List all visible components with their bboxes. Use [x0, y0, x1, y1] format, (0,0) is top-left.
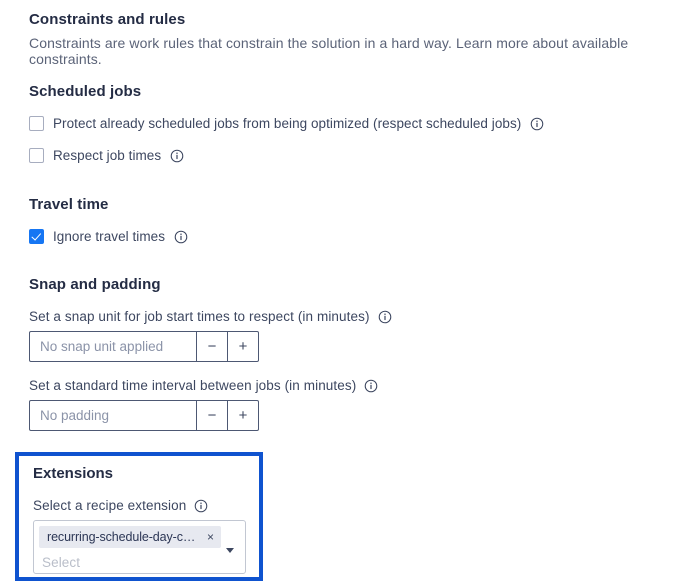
field-label-row-snap-unit: Set a snap unit for job start times to r… [29, 309, 392, 324]
info-icon[interactable] [170, 149, 184, 163]
info-icon[interactable] [378, 310, 392, 324]
close-icon[interactable]: × [207, 531, 214, 543]
field-label-padding: Set a standard time interval between job… [29, 378, 357, 393]
section-title-extensions: Extensions [33, 465, 114, 482]
checkbox-label-respect-job-times: Respect job times [53, 148, 162, 163]
field-label-recipe-extension: Select a recipe extension [33, 498, 187, 513]
settings-panel: Constraints and rules Constraints are wo… [0, 0, 682, 586]
section-title-snap-and-padding: Snap and padding [29, 276, 161, 293]
section-title-travel-time: Travel time [29, 196, 109, 213]
recipe-extension-multiselect[interactable]: recurring-schedule-day-con… × Select [33, 520, 246, 574]
checkbox-respect-job-times[interactable] [29, 148, 44, 163]
field-label-row-recipe-extension: Select a recipe extension [33, 498, 208, 513]
increment-padding[interactable]: + [228, 400, 259, 431]
checkbox-row-respect-job-times[interactable]: Respect job times [29, 148, 184, 163]
decrement-snap-unit[interactable]: − [197, 331, 228, 362]
checkbox-row-protect-scheduled-jobs[interactable]: Protect already scheduled jobs from bein… [29, 116, 544, 131]
increment-snap-unit[interactable]: + [228, 331, 259, 362]
info-icon[interactable] [364, 379, 378, 393]
checkbox-label-ignore-travel-times: Ignore travel times [53, 229, 165, 244]
field-label-snap-unit: Set a snap unit for job start times to r… [29, 309, 370, 324]
selected-chip-label: recurring-schedule-day-con… [47, 530, 199, 544]
extensions-panel: Extensions Select a recipe extension rec… [15, 452, 263, 581]
page-description: Constraints are work rules that constrai… [29, 35, 629, 67]
field-label-row-padding: Set a standard time interval between job… [29, 378, 378, 393]
checkbox-row-ignore-travel-times[interactable]: Ignore travel times [29, 229, 188, 244]
page-title: Constraints and rules [29, 11, 186, 28]
input-padding[interactable] [29, 400, 197, 431]
section-title-scheduled-jobs: Scheduled jobs [29, 83, 142, 100]
input-snap-unit[interactable] [29, 331, 197, 362]
chevron-down-icon[interactable] [226, 548, 234, 553]
checkbox-label-protect-scheduled-jobs: Protect already scheduled jobs from bein… [53, 116, 522, 131]
selected-chip[interactable]: recurring-schedule-day-con… × [39, 526, 222, 548]
checkbox-protect-scheduled-jobs[interactable] [29, 116, 44, 131]
stepper-padding[interactable]: − + [29, 400, 259, 431]
info-icon[interactable] [174, 230, 188, 244]
stepper-snap-unit[interactable]: − + [29, 331, 259, 362]
info-icon[interactable] [194, 499, 208, 513]
info-icon[interactable] [530, 117, 544, 131]
checkbox-ignore-travel-times[interactable] [29, 229, 44, 244]
multiselect-placeholder[interactable]: Select [39, 548, 240, 573]
decrement-padding[interactable]: − [197, 400, 228, 431]
